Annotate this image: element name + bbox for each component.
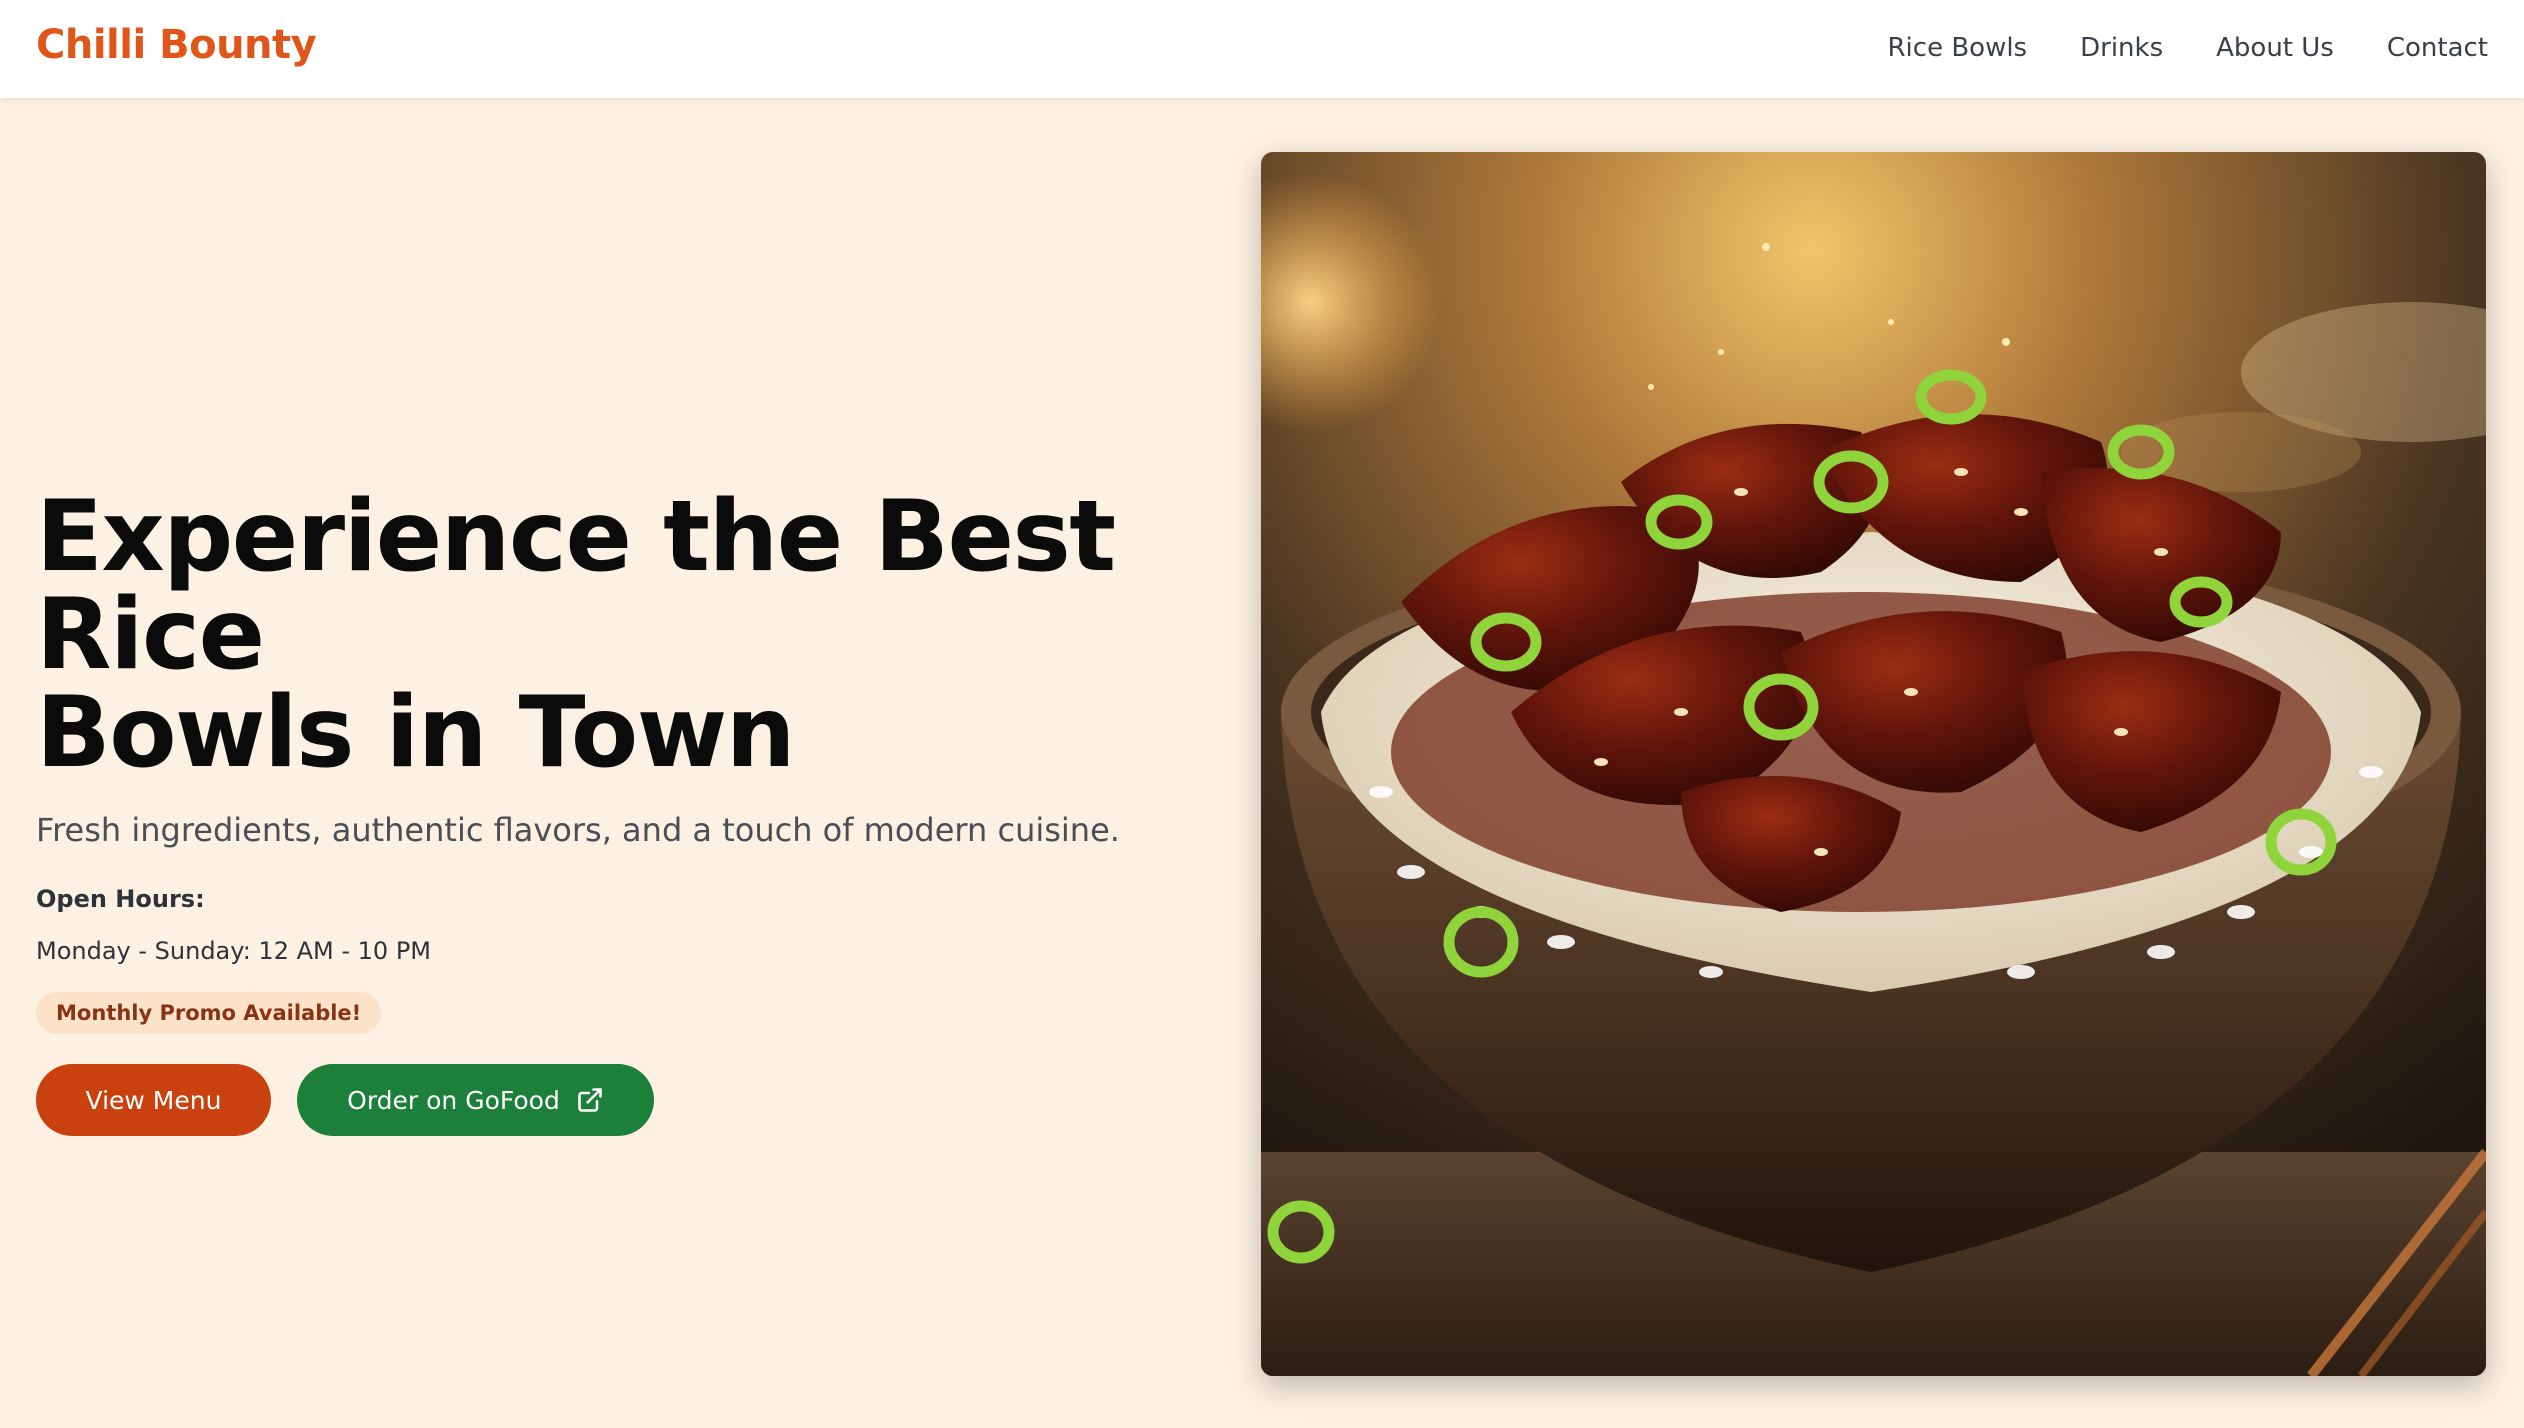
order-gofood-button[interactable]: Order on GoFood bbox=[297, 1064, 654, 1136]
hero-title-line-1: Experience the Best Rice bbox=[36, 480, 1116, 692]
brand-logo-link[interactable]: Chilli Bounty bbox=[36, 22, 317, 68]
hero-title: Experience the Best Rice Bowls in Town bbox=[36, 488, 1236, 782]
hero-text-column: Experience the Best Rice Bowls in Town F… bbox=[36, 488, 1236, 1136]
view-menu-button-label: View Menu bbox=[85, 1085, 222, 1115]
hero-title-line-2: Bowls in Town bbox=[36, 676, 796, 790]
nav-link-rice-bowls[interactable]: Rice Bowls bbox=[1887, 30, 2027, 66]
promo-badge: Monthly Promo Available! bbox=[36, 992, 382, 1034]
nav-link-about-us[interactable]: About Us bbox=[2216, 30, 2334, 66]
hero-section: Experience the Best Rice Bowls in Town F… bbox=[0, 98, 2524, 1428]
rice-bowl-illustration bbox=[1261, 152, 2486, 1376]
order-gofood-button-label: Order on GoFood bbox=[347, 1085, 560, 1115]
open-hours-label: Open Hours: bbox=[36, 885, 205, 913]
hero-buttons: View Menu Order on GoFood bbox=[36, 1064, 1236, 1136]
top-navbar: Chilli Bounty Rice Bowls Drinks About Us… bbox=[0, 0, 2524, 98]
open-hours-value: Monday - Sunday: 12 AM - 10 PM bbox=[36, 937, 431, 965]
view-menu-button[interactable]: View Menu bbox=[36, 1064, 271, 1136]
external-link-icon bbox=[576, 1086, 604, 1114]
hero-subtitle: Fresh ingredients, authentic flavors, an… bbox=[36, 811, 1120, 849]
hero-food-image bbox=[1261, 152, 2486, 1376]
nav-links: Rice Bowls Drinks About Us Contact bbox=[1887, 30, 2488, 66]
nav-link-contact[interactable]: Contact bbox=[2387, 30, 2488, 66]
nav-link-drinks[interactable]: Drinks bbox=[2080, 30, 2163, 66]
